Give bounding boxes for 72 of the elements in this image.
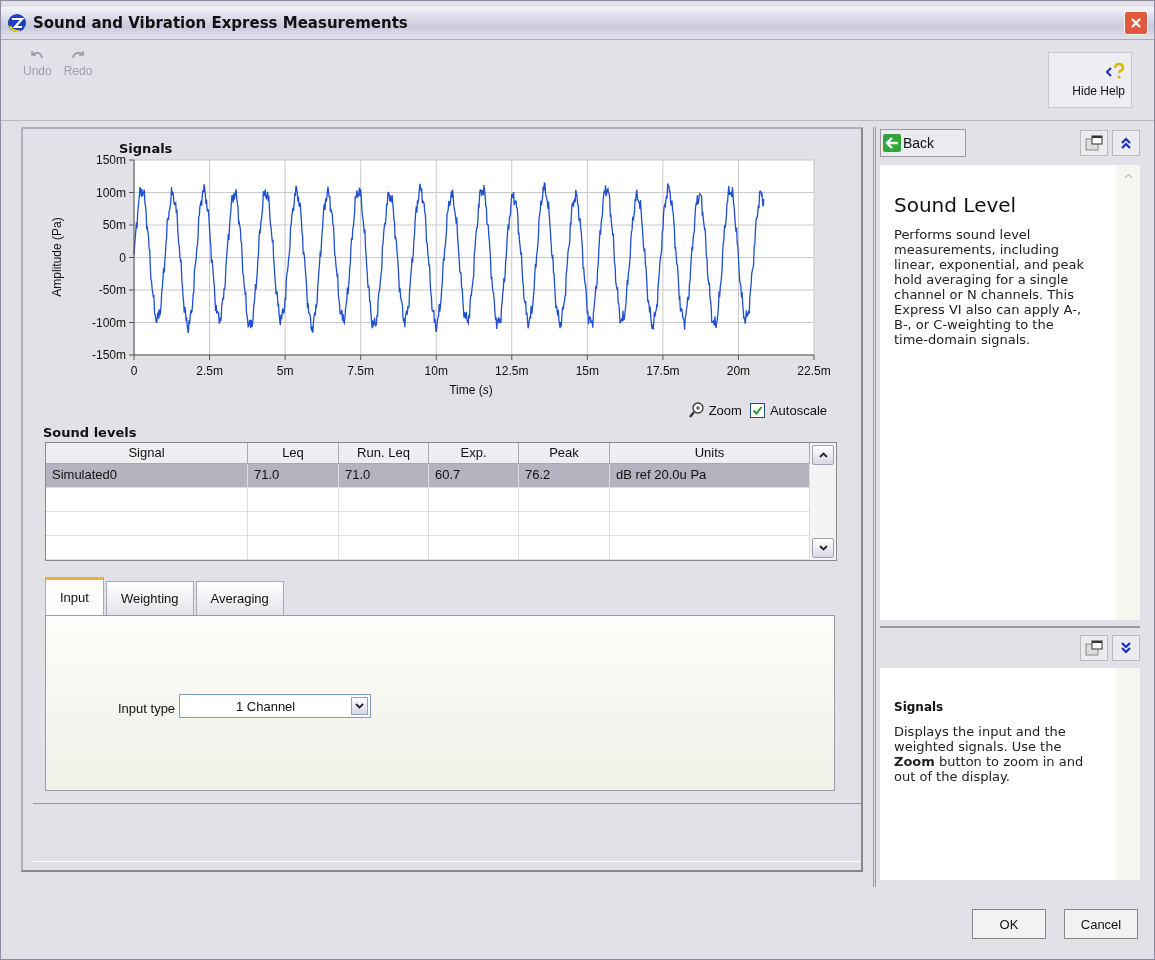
column-header[interactable]: Peak — [519, 443, 610, 463]
scroll-bar[interactable] — [810, 443, 836, 560]
column-header[interactable]: Leq — [248, 443, 339, 463]
tab[interactable]: Input — [45, 577, 104, 615]
y-tick-label: -100m — [92, 315, 126, 330]
y-tick-label: -50m — [98, 283, 126, 297]
x-axis-label: Time (s) — [449, 383, 493, 397]
y-tick-label: 50m — [102, 218, 126, 232]
help-description: Performs sound level measurements, including linear, exponential, and peak hold averaging for a single channel or N channels. This Express VI also can apply A-, B-, or C-weighting to the time-domain signals. — [894, 227, 1086, 347]
back-button[interactable]: Back — [880, 129, 966, 157]
context-help-title: Signals — [894, 700, 945, 714]
table-cell: Simulated0 — [46, 464, 248, 487]
chevron-down-icon — [355, 703, 365, 709]
tab[interactable]: Weighting — [105, 581, 194, 615]
y-tick-label: -150m — [92, 348, 126, 362]
x-tick-label: 7.5m — [347, 364, 374, 378]
collapse-up-button[interactable] — [1112, 130, 1140, 156]
arrow-left-icon — [883, 134, 901, 152]
x-tick-label: 15m — [575, 364, 599, 378]
app-logo-icon — [7, 13, 27, 33]
scroll-down-button[interactable] — [812, 538, 834, 558]
table-cell: 71.0 — [248, 464, 339, 487]
dialog-button[interactable]: Cancel — [1064, 909, 1138, 939]
expand-down-button[interactable] — [1112, 635, 1140, 661]
x-tick-label: 17.5m — [646, 364, 680, 378]
column-header[interactable]: Signal — [46, 443, 248, 463]
graph-title: Signals — [119, 141, 173, 156]
help-icon — [1105, 62, 1125, 80]
window-layout-button[interactable] — [1080, 130, 1108, 156]
x-tick-label: 22.5m — [797, 364, 831, 378]
zoom-icon — [687, 401, 706, 419]
y-tick-label: 150m — [95, 153, 126, 167]
hide-help-button[interactable]: Hide Help — [1048, 52, 1132, 108]
input-type-label: Input type — [118, 700, 176, 716]
window-icon — [1085, 640, 1103, 656]
x-tick-label: 0 — [130, 364, 138, 378]
chevron-up-icon — [1123, 173, 1133, 179]
close-icon — [1130, 17, 1142, 29]
x-tick-label: 12.5m — [495, 364, 529, 378]
y-axis-label: Amplitude (Pa) — [50, 217, 64, 297]
close-button[interactable] — [1124, 11, 1148, 35]
dialog-button[interactable]: OK — [972, 909, 1046, 939]
chevron-down-icon — [818, 545, 828, 551]
x-tick-label: 5m — [276, 364, 294, 378]
zoom-button[interactable]: Zoom — [687, 401, 742, 419]
window-layout-button[interactable] — [1080, 635, 1108, 661]
double-chevron-down-icon — [1120, 641, 1132, 655]
scroll-up-button[interactable] — [812, 445, 834, 465]
tab[interactable]: Averaging — [195, 581, 284, 615]
x-tick-label: 20m — [726, 364, 751, 378]
input-type-dropdown[interactable]: 1 Channel — [179, 694, 372, 718]
column-header[interactable]: Run. Leq — [339, 443, 429, 463]
double-chevron-up-icon — [1120, 136, 1132, 150]
column-header[interactable]: Exp. — [429, 443, 519, 463]
window-title: Sound and Vibration Express Measurements — [33, 14, 409, 32]
x-tick-label: 2.5m — [196, 364, 223, 378]
context-help-text: Displays the input and the weighted signals. Use the Zoom button to zoom in and out of the display. — [894, 724, 1085, 784]
table-title: Sound levels — [43, 425, 138, 440]
window-icon — [1085, 135, 1103, 151]
autoscale-checkbox[interactable]: Autoscale — [749, 402, 827, 418]
undo-icon — [29, 50, 46, 60]
y-tick-label: 0 — [119, 250, 126, 265]
y-tick-label: 100m — [95, 185, 126, 200]
x-tick-label: 10m — [424, 364, 448, 378]
table-cell: 76.2 — [519, 464, 610, 487]
table-row[interactable]: Simulated0 71.0 71.0 60.7 76.2 dB ref 20.0u Pa — [46, 464, 810, 488]
chevron-up-icon — [818, 452, 828, 458]
table-cell: 60.7 — [429, 464, 519, 487]
help-title: Sound Level — [894, 193, 1018, 217]
redo-icon — [70, 50, 87, 60]
table-cell: 71.0 — [339, 464, 429, 487]
checkmark-icon — [751, 404, 763, 416]
